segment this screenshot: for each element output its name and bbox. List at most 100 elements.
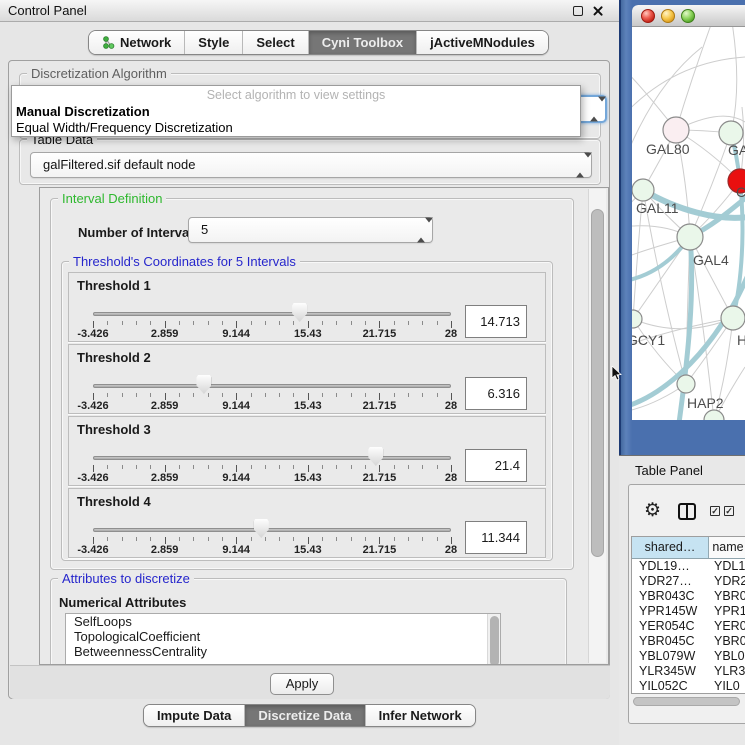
threshold-value-field[interactable]: 21.4: [465, 449, 527, 482]
settings-viewport: Interval Definition Number of Intervals …: [39, 187, 609, 665]
tab-impute-data[interactable]: Impute Data: [144, 705, 245, 726]
tab-cyni-toolbox[interactable]: Cyni Toolbox: [309, 31, 417, 54]
slider-scale-labels: -3.426 2.859 9.144 15.43 21.715 28: [93, 472, 451, 484]
network-node[interactable]: [704, 410, 724, 420]
table-row[interactable]: YBR045CYBR0: [632, 634, 745, 649]
table-row[interactable]: YER054CYER0: [632, 619, 745, 634]
list-item[interactable]: SelfLoops: [66, 614, 500, 629]
numerical-attributes-list[interactable]: SelfLoops TopologicalCoefficient Between…: [65, 613, 501, 665]
network-node[interactable]: [677, 224, 703, 250]
number-of-intervals-combobox[interactable]: 5: [188, 217, 433, 243]
panel-title: Control Panel: [8, 3, 87, 18]
scrollbar-thumb[interactable]: [591, 209, 604, 557]
table-panel-body: ⚙ ✓ ✓ shared… name YDL19…YDL1 YDR27…YDR2…: [628, 484, 745, 724]
network-node[interactable]: [721, 306, 745, 330]
combo-arrows-icon: [590, 102, 598, 117]
slider-track[interactable]: [93, 456, 451, 460]
cyni-toolbox-content: Discretization Algorithm Select algorith…: [8, 60, 610, 699]
threshold-value-field[interactable]: 14.713: [465, 305, 527, 338]
close-traffic-light-icon[interactable]: [641, 9, 655, 23]
combo-arrows-icon: [417, 223, 425, 238]
mouse-cursor: [611, 366, 622, 381]
tab-jactivemnodules[interactable]: jActiveMNodules: [417, 31, 548, 54]
node-label: C: [736, 184, 745, 200]
node-label: HAP2: [687, 395, 724, 411]
network-node[interactable]: [632, 179, 654, 201]
slider-handle[interactable]: [292, 303, 307, 322]
table-row[interactable]: YBR043CYBR0: [632, 589, 745, 604]
table-panel: Table Panel ⚙ ✓ ✓ shared… name YDL19…YDL…: [619, 455, 745, 745]
top-tab-bar: Network Style Select Cyni Toolbox jActiv…: [88, 30, 549, 55]
table-horizontal-scrollbar[interactable]: [633, 697, 740, 706]
node-label: GCY1: [632, 332, 665, 348]
node-label: GAL11: [636, 200, 679, 216]
network-node[interactable]: [677, 375, 695, 393]
tab-label: Select: [256, 31, 294, 54]
node-label: GAL80: [646, 141, 690, 157]
table-row[interactable]: YDL19…YDL1: [632, 559, 745, 574]
table-panel-title: Table Panel: [635, 463, 703, 478]
dropdown-option-equal-width-frequency[interactable]: Equal Width/Frequency Discretization: [16, 120, 233, 135]
dropdown-option-manual-discretization[interactable]: Manual Discretization: [16, 104, 150, 119]
slider-track[interactable]: [93, 312, 451, 316]
slider-track[interactable]: [93, 384, 451, 388]
network-node[interactable]: [632, 310, 642, 328]
table-data-group: Table Data galFiltered.sif default node: [19, 139, 601, 185]
checkbox-icon[interactable]: ✓: [710, 506, 720, 516]
threshold-value-field[interactable]: 6.316: [465, 377, 527, 410]
threshold-value-field[interactable]: 11.344: [465, 521, 527, 554]
apply-button[interactable]: Apply: [270, 673, 334, 695]
tab-label: jActiveMNodules: [430, 31, 535, 54]
tab-label: Style: [198, 31, 229, 54]
slider-track[interactable]: [93, 528, 451, 532]
column-layout-icon[interactable]: [678, 503, 696, 520]
tab-discretize-data[interactable]: Discretize Data: [245, 705, 365, 726]
table-data-combobox[interactable]: galFiltered.sif default node: [30, 152, 592, 178]
close-icon[interactable]: [592, 5, 604, 17]
apply-bar: Apply: [10, 665, 610, 699]
numerical-attributes-label: Numerical Attributes: [59, 595, 186, 610]
table-row[interactable]: YDR27…YDR2: [632, 574, 745, 589]
zoom-traffic-light-icon[interactable]: [681, 9, 695, 23]
viewport-scrollbar[interactable]: [588, 189, 606, 663]
tab-network[interactable]: Network: [89, 31, 185, 54]
group-title: Discretization Algorithm: [27, 66, 171, 81]
slider-scale-labels: -3.426 2.859 9.144 15.43 21.715 28: [93, 544, 451, 556]
table-row[interactable]: YBL079WYBL0: [632, 649, 745, 664]
node-attribute-table[interactable]: shared… name YDL19…YDL1 YDR27…YDR2 YBR04…: [631, 536, 745, 694]
number-of-intervals-label: Number of Intervals: [78, 225, 200, 240]
slider-handle[interactable]: [254, 519, 269, 538]
tab-select[interactable]: Select: [243, 31, 308, 54]
bottom-tab-bar: Impute Data Discretize Data Infer Networ…: [143, 704, 476, 727]
node-label: H: [737, 332, 745, 348]
list-item[interactable]: BetweennessCentrality: [66, 644, 500, 659]
attributes-to-discretize-group: Attributes to discretize Numerical Attri…: [50, 578, 567, 665]
tab-label: Network: [120, 31, 171, 54]
gear-icon[interactable]: ⚙: [644, 501, 661, 520]
column-header-shared-name[interactable]: shared…: [632, 537, 709, 558]
float-window-icon[interactable]: [573, 6, 583, 16]
tab-infer-network[interactable]: Infer Network: [366, 705, 475, 726]
checkbox-icon[interactable]: ✓: [724, 506, 734, 516]
slider-handle[interactable]: [196, 375, 211, 394]
tab-style[interactable]: Style: [185, 31, 243, 54]
column-header-name[interactable]: name: [709, 537, 745, 558]
list-scrollbar[interactable]: [487, 614, 500, 665]
slider-handle[interactable]: [368, 447, 383, 466]
node-label: GAL4: [693, 252, 729, 268]
threshold-1-panel: Threshold 1 -3.426 2.859 9.144 15.43 21.…: [68, 272, 546, 342]
group-title: Attributes to discretize: [58, 571, 194, 586]
table-row[interactable]: YPR145WYPR1: [632, 604, 745, 619]
combo-value: 5: [201, 218, 208, 242]
network-canvas[interactable]: GAL80GACGAL11GAL4GCY1HHAP2: [632, 27, 745, 420]
network-node[interactable]: [663, 117, 689, 143]
dropdown-placeholder: Select algorithm to view settings: [12, 88, 580, 102]
thresholds-coordinates-group: Threshold's Coordinates for 5 Intervals …: [61, 261, 553, 561]
list-item[interactable]: TopologicalCoefficient: [66, 629, 500, 644]
table-row[interactable]: YIL052CYIL0: [632, 679, 745, 694]
network-window-titlebar[interactable]: [632, 5, 745, 27]
minimize-traffic-light-icon[interactable]: [661, 9, 675, 23]
network-view-frame: GAL80GACGAL11GAL4GCY1HHAP2: [619, 0, 745, 455]
group-title: Interval Definition: [58, 191, 166, 206]
table-row[interactable]: YLR345WYLR3: [632, 664, 745, 679]
